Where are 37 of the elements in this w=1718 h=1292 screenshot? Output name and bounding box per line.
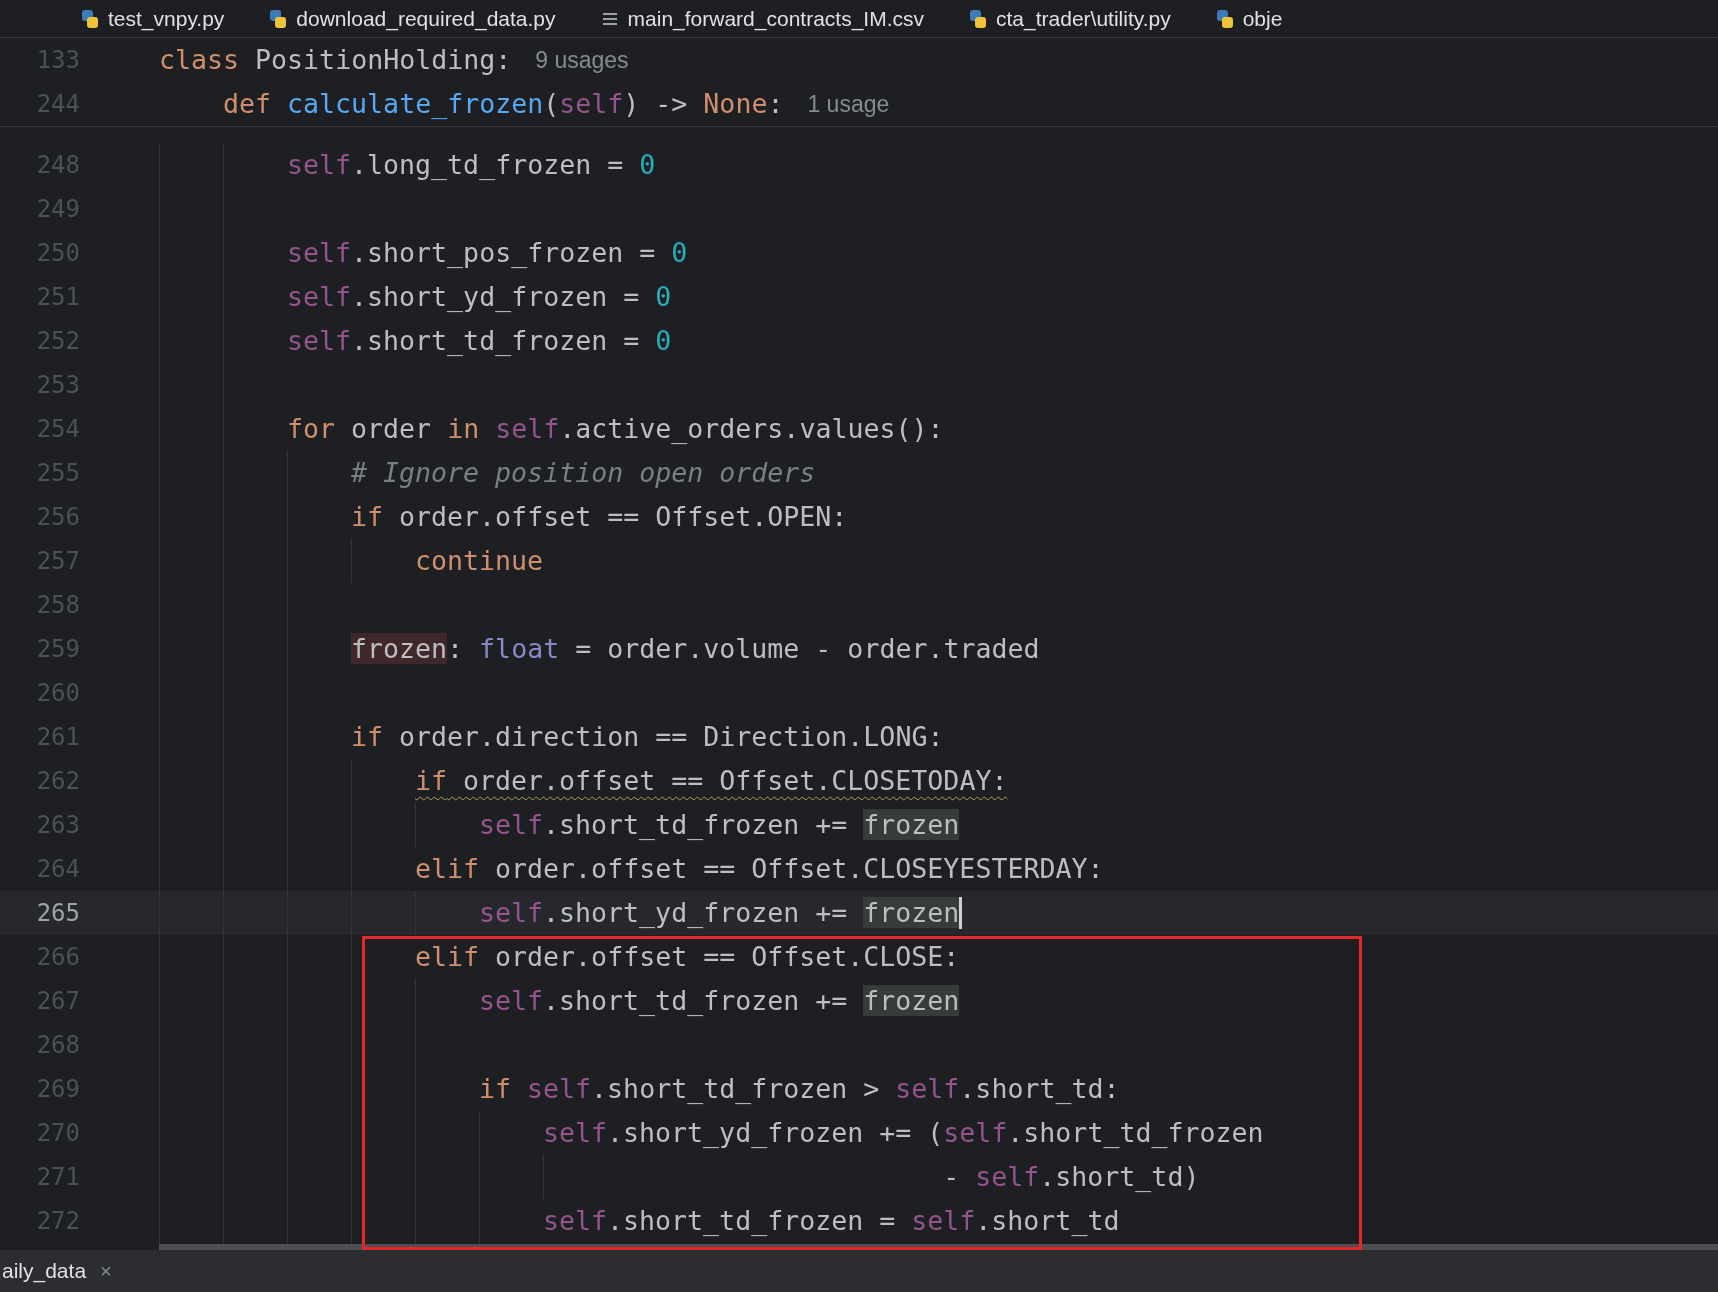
code-line: for order in self.active_orders.values(): — [287, 412, 944, 447]
code-line: - self.short_td) — [942, 1160, 1200, 1195]
code-line: def calculate_frozen(self) -> None: — [223, 87, 784, 122]
file-tab[interactable]: obje — [1242, 2, 1283, 35]
file-tab[interactable]: download_required_data.py — [296, 2, 556, 35]
code-line: self.short_yd_frozen = 0 — [287, 280, 672, 315]
code-line: elif order.offset == Offset.CLOSE: — [415, 940, 960, 975]
file-tab[interactable]: main_forward_contracts_IM.csv — [627, 2, 924, 35]
horizontal-scrollbar[interactable] — [159, 1244, 1718, 1250]
usages-hint[interactable]: 9 usages — [535, 42, 629, 78]
usages-hint[interactable]: 1 usage — [807, 86, 890, 122]
code-line: if order.offset == Offset.OPEN: — [351, 500, 848, 535]
code-line: if order.offset == Offset.CLOSETODAY: — [415, 764, 1008, 799]
file-tab[interactable]: cta_trader\utility.py — [996, 2, 1171, 35]
code-line: frozen: float = order.volume - order.traded — [351, 632, 1040, 667]
code-line: self.short_yd_frozen += frozen — [479, 896, 960, 931]
code-line: self.short_td_frozen = 0 — [287, 324, 672, 359]
python-file-icon — [80, 8, 100, 29]
code-line: continue — [415, 544, 544, 579]
code-line: elif order.offset == Offset.CLOSEYESTERDAY: — [415, 852, 1104, 887]
close-icon[interactable]: × — [100, 1256, 112, 1286]
code-line: class PositionHolding: — [159, 43, 512, 78]
code-line: if order.direction == Direction.LONG: — [351, 720, 944, 755]
file-tab[interactable]: test_vnpy.py — [108, 2, 225, 35]
code-line: self.long_td_frozen = 0 — [287, 148, 656, 183]
code-line: self.short_td_frozen = self.short_td — [543, 1204, 1120, 1239]
code-line: self.short_pos_frozen = 0 — [287, 236, 688, 271]
code-line: # Ignore position open orders — [351, 456, 816, 491]
code-line: self.short_yd_frozen += (self.short_td_frozen — [543, 1116, 1264, 1151]
python-file-icon — [968, 8, 988, 29]
line-number: 265 — [35, 898, 80, 929]
panel-tab[interactable]: aily_data — [2, 1255, 87, 1287]
code-line: if self.short_td_frozen > self.short_td: — [479, 1072, 1120, 1107]
code-line: self.short_td_frozen += frozen — [479, 808, 960, 843]
python-file-icon — [1214, 8, 1235, 29]
python-file-icon — [268, 8, 289, 29]
code-line: self.short_td_frozen += frozen — [479, 984, 960, 1019]
